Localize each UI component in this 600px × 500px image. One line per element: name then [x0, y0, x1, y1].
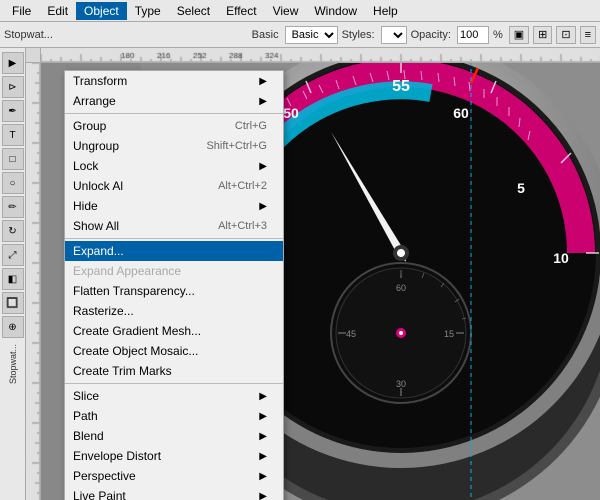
svg-text:10: 10 — [553, 250, 569, 266]
path-label: Path — [73, 409, 98, 423]
svg-text:60: 60 — [396, 283, 406, 293]
menu-item-show-all[interactable]: Show All Alt+Ctrl+3 — [65, 216, 283, 236]
svg-text:55: 55 — [392, 78, 410, 95]
sep1 — [65, 113, 283, 114]
svg-text:45: 45 — [346, 329, 356, 339]
ruler-corner — [26, 48, 41, 63]
svg-text:15: 15 — [444, 329, 454, 339]
tool-scale[interactable]: ⤢ — [2, 244, 24, 266]
menu-item-expand[interactable]: Expand... — [65, 241, 283, 261]
tool-rect[interactable]: □ — [2, 148, 24, 170]
svg-text:50: 50 — [283, 105, 299, 121]
menu-item-object-mosaic[interactable]: Create Object Mosaic... — [65, 341, 283, 361]
menu-view[interactable]: View — [265, 2, 307, 20]
menu-item-unlock-all[interactable]: Unlock Al Alt+Ctrl+2 — [65, 176, 283, 196]
menu-item-ungroup[interactable]: Ungroup Shift+Ctrl+G — [65, 136, 283, 156]
menu-type[interactable]: Type — [127, 2, 169, 20]
menu-item-expand-appearance[interactable]: Expand Appearance — [65, 261, 283, 281]
stopwatch-label: Stopwat... — [4, 29, 53, 41]
menu-item-blend[interactable]: Blend ▶ — [65, 426, 283, 446]
menu-select[interactable]: Select — [169, 2, 218, 20]
canvas-area: 45 50 55 60 5 10 60 — [26, 48, 600, 500]
style-label: Basic — [252, 29, 279, 41]
toolbar-btn1[interactable]: ▣ — [509, 26, 529, 44]
toolbox: ▶ ⊳ ✒ T □ ○ ✏ ↻ ⤢ ◧ 🔲 ⊕ Stopwat... — [0, 48, 26, 500]
toolbar-btn3[interactable]: ⊡ — [556, 26, 575, 44]
menubar: File Edit Object Type Select Effect View… — [0, 0, 600, 22]
opacity-label: Opacity: — [411, 29, 451, 41]
menu-item-perspective[interactable]: Perspective ▶ — [65, 466, 283, 486]
menu-item-hide[interactable]: Hide ▶ — [65, 196, 283, 216]
tool-ellipse[interactable]: ○ — [2, 172, 24, 194]
svg-text:30: 30 — [396, 379, 406, 389]
tool-gradient[interactable]: ◧ — [2, 268, 24, 290]
stopwatch-side-label: Stopwat... — [8, 344, 18, 384]
tool-type[interactable]: T — [2, 124, 24, 146]
menu-item-flatten[interactable]: Flatten Transparency... — [65, 281, 283, 301]
toolbar: Stopwat... Basic Basic Styles: Opacity: … — [0, 22, 600, 48]
tool-pen[interactable]: ✒ — [2, 100, 24, 122]
toolbar-btn4[interactable]: ≡ — [580, 26, 596, 44]
unlock-all-label: Unlock Al — [73, 179, 123, 193]
menu-item-slice[interactable]: Slice ▶ — [65, 386, 283, 406]
main-area: ▶ ⊳ ✒ T □ ○ ✏ ↻ ⤢ ◧ 🔲 ⊕ Stopwat... — [0, 48, 600, 500]
tool-select[interactable]: ▶ — [2, 52, 24, 74]
sep3 — [65, 383, 283, 384]
toolbar-btn2[interactable]: ⊞ — [533, 26, 552, 44]
sep2 — [65, 238, 283, 239]
tool-brush[interactable]: ✏ — [2, 196, 24, 218]
menu-help[interactable]: Help — [365, 2, 406, 20]
menu-item-arrange[interactable]: Arrange ▶ — [65, 91, 283, 111]
menu-item-trim-marks[interactable]: Create Trim Marks — [65, 361, 283, 381]
ruler-vertical — [26, 63, 41, 500]
percent-label: % — [493, 29, 503, 41]
tool-rotate[interactable]: ↻ — [2, 220, 24, 242]
svg-text:60: 60 — [453, 105, 469, 121]
styles-select[interactable] — [381, 26, 407, 44]
menu-item-lock[interactable]: Lock ▶ — [65, 156, 283, 176]
menu-item-live-paint[interactable]: Live Paint ▶ — [65, 486, 283, 500]
menu-item-group[interactable]: Group Ctrl+G — [65, 116, 283, 136]
object-dropdown-menu: Transform ▶ Arrange ▶ Group Ctrl+G Ungro… — [64, 70, 284, 500]
tool-eyedrop[interactable]: 🔲 — [2, 292, 24, 314]
style-select[interactable]: Basic — [285, 26, 338, 44]
menu-window[interactable]: Window — [306, 2, 365, 20]
ruler-horizontal — [41, 48, 600, 63]
menu-item-transform[interactable]: Transform ▶ — [65, 71, 283, 91]
tool-zoom[interactable]: ⊕ — [2, 316, 24, 338]
menu-item-envelope[interactable]: Envelope Distort ▶ — [65, 446, 283, 466]
menu-object[interactable]: Object — [76, 2, 127, 20]
tool-direct[interactable]: ⊳ — [2, 76, 24, 98]
menu-edit[interactable]: Edit — [39, 2, 76, 20]
menu-effect[interactable]: Effect — [218, 2, 264, 20]
menu-item-gradient-mesh[interactable]: Create Gradient Mesh... — [65, 321, 283, 341]
menu-file[interactable]: File — [4, 2, 39, 20]
svg-text:5: 5 — [517, 180, 525, 196]
opacity-input[interactable] — [457, 26, 489, 44]
styles-label: Styles: — [342, 29, 375, 41]
menu-item-path[interactable]: Path ▶ — [65, 406, 283, 426]
menu-item-rasterize[interactable]: Rasterize... — [65, 301, 283, 321]
